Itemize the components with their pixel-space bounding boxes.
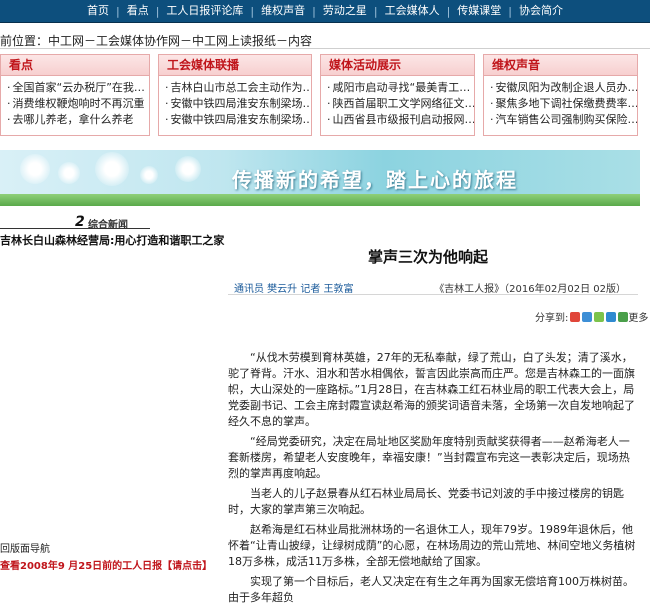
box-link[interactable]: 山西省县市级报刊启动报网… [327, 112, 475, 128]
breadcrumb-divider [0, 48, 650, 49]
article-paragraph: 赵希海是红石林业局批洲林场的一名退休工人，现年79岁。1989年退休后，他怀着“… [228, 523, 636, 568]
article-meta: 通讯员 樊云升 记者 王敦富 《吉林工人报》（2016年02月02日 02版） [228, 280, 628, 295]
box-link[interactable]: 安徽凤阳为改制企退人员办… [490, 80, 638, 96]
nav-link[interactable]: 看点 [120, 0, 156, 22]
nav-link[interactable]: 传媒课堂 [450, 0, 508, 22]
box-kandian: 看点 全国首家“云办税厅”在我… 消费维权鞭炮响时不再沉重 去哪儿养老，拿什么养… [0, 54, 150, 136]
renren-icon[interactable] [606, 311, 617, 322]
dandelion-icon [95, 152, 129, 186]
box-media-activity: 媒体活动展示 咸阳市启动寻找“最美青工… 陕西首届职工文学网络征文… 山西省县市… [320, 54, 475, 136]
top-navigation: 首页 | 看点 | 工人日报评论库 | 维权声音 | 劳动之星 | 工会媒体人 | 传媒课堂 | 协会简介 [0, 0, 650, 23]
page-thumbnail[interactable]: 2 综合新闻 吉林长白山森林经营局:用心打造和谐职工之家 [0, 214, 224, 247]
box-title: 看点 [1, 55, 149, 76]
dandelion-icon [58, 162, 80, 184]
dandelion-icon [140, 166, 158, 184]
article-body: “从伐木劳模到育林英雄，27年的无私奉献，绿了荒山，白了头发；清了溪水，驼了脊背… [228, 350, 638, 610]
dandelion-icon [20, 154, 50, 184]
box-title: 维权声音 [484, 55, 637, 76]
article-paragraph: “经局党委研究，决定在局址地区奖励年度特别贡献奖获得者——赵希海老人一套新楼房，… [228, 435, 630, 480]
weibo-icon[interactable] [570, 311, 581, 322]
box-link[interactable]: 安徽中铁四局淮安东制梁场… [165, 112, 312, 128]
box-link[interactable]: 汽车销售公司强制购买保险… [490, 112, 638, 128]
box-link[interactable]: 聚焦多地下调社保缴费费率… [490, 96, 638, 112]
page-nav-link[interactable]: 回版面导航 [0, 540, 212, 555]
nav-link[interactable]: 工会媒体人 [378, 0, 447, 22]
banner-grass [0, 194, 640, 206]
box-media-broadcast: 工会媒体联播 吉林白山市总工会主动作为… 安徽中铁四局淮安东制梁场… 安徽中铁四… [158, 54, 312, 136]
article-title: 掌声三次为他响起 [367, 248, 488, 266]
history-link[interactable]: 查看2008年9 月25日前的工人日报【请点击】 [0, 557, 212, 572]
nav-link[interactable]: 维权声音 [254, 0, 312, 22]
nav-link[interactable]: 首页 [80, 0, 116, 22]
meta-divider [228, 294, 638, 295]
share-label: 分享到: [535, 313, 569, 324]
article-paragraph: 实现了第一个目标后，老人又决定在有生之年再为国家无偿培育100万株树苗。由于多年… [228, 575, 634, 604]
box-link[interactable]: 消费维权鞭炮响时不再沉重 [7, 96, 149, 112]
thumb-rule [0, 228, 150, 229]
share-more-link[interactable]: 更多 [628, 309, 648, 324]
article-author: 通讯员 樊云升 记者 王敦富 [234, 284, 354, 295]
box-rights-voice: 维权声音 安徽凤阳为改制企退人员办… 聚焦多地下调社保缴费费率… 汽车销售公司强… [483, 54, 638, 136]
article-paragraph: 当老人的儿子赵景春从红石林业局局长、党委书记刘波的手中接过楼房的钥匙时，大家的掌… [228, 487, 624, 516]
box-link[interactable]: 吉林白山市总工会主动作为… [165, 80, 312, 96]
thumb-headline: 吉林长白山森林经营局:用心打造和谐职工之家 [0, 234, 225, 247]
box-title: 媒体活动展示 [321, 55, 474, 76]
share-bar: 分享到: 更多 [535, 309, 648, 324]
nav-link[interactable]: 劳动之星 [316, 0, 374, 22]
qzone-icon[interactable] [582, 311, 593, 322]
article-paragraph: “从伐木劳模到育林英雄，27年的无私奉献，绿了荒山，白了头发；清了溪水，驼了脊背… [228, 351, 635, 428]
nav-link[interactable]: 协会简介 [512, 0, 570, 22]
box-link[interactable]: 陕西首届职工文学网络征文… [327, 96, 475, 112]
box-link[interactable]: 安徽中铁四局淮安东制梁场… [165, 96, 312, 112]
left-bottom-links: 回版面导航 查看2008年9 月25日前的工人日报【请点击】 [0, 540, 212, 572]
douban-icon[interactable] [594, 311, 605, 322]
box-link[interactable]: 去哪儿养老，拿什么养老 [7, 112, 149, 128]
more-share-icon[interactable] [618, 311, 629, 322]
article-source: 《吉林工人报》（2016年02月02日 02版） [434, 284, 626, 295]
banner-slogan: 传播新的希望，踏上心的旅程 [232, 168, 518, 192]
box-title: 工会媒体联播 [159, 55, 311, 76]
dandelion-icon [175, 156, 201, 182]
nav-link[interactable]: 工人日报评论库 [159, 0, 250, 22]
box-link[interactable]: 全国首家“云办税厅”在我… [7, 80, 149, 96]
box-link[interactable]: 咸阳市启动寻找“最美青工… [327, 80, 474, 96]
breadcrumb: 前位置：中工网－工会媒体协作网－中工网上读报纸－内容 [0, 34, 313, 48]
slogan-banner: 传播新的希望，踏上心的旅程 [0, 150, 640, 206]
